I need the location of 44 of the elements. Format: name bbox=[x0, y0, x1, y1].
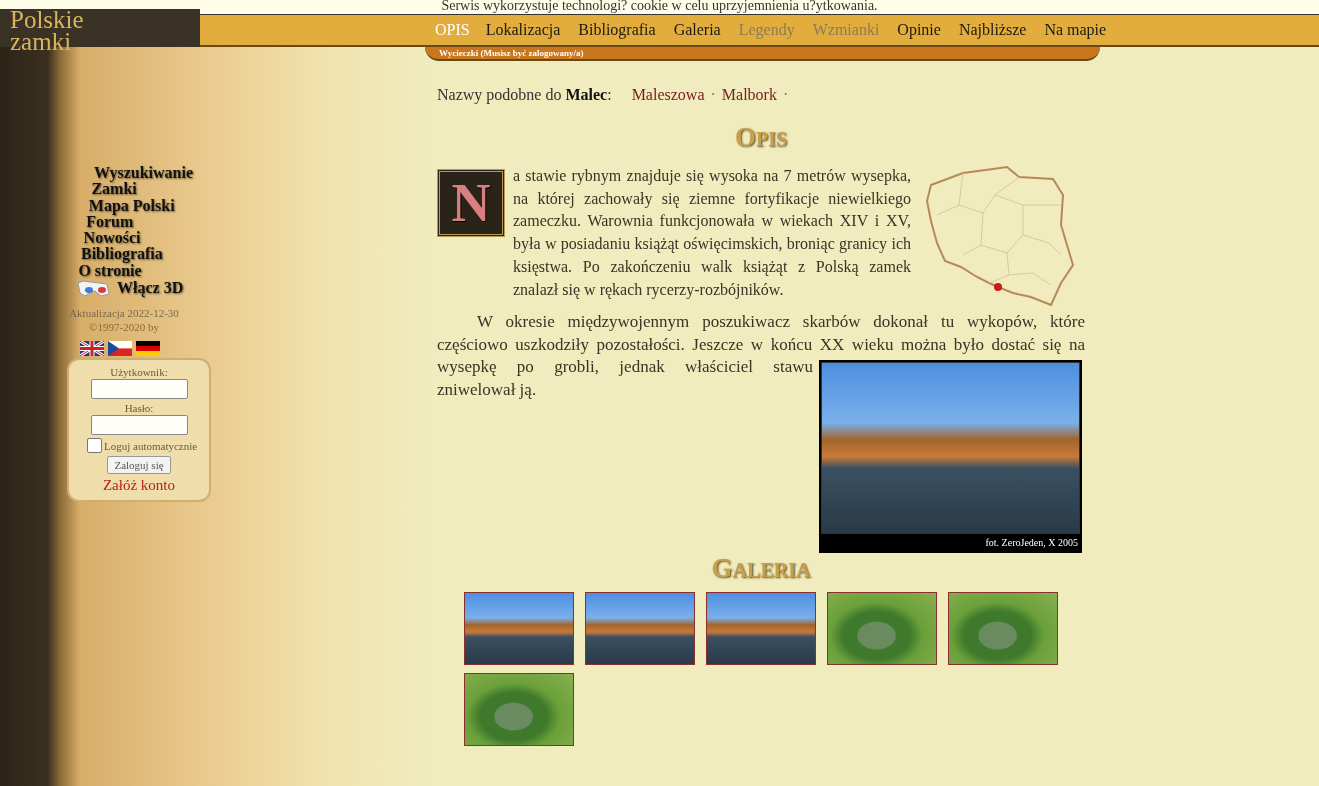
similar-name-link[interactable]: Malbork bbox=[721, 86, 777, 104]
similar-names-label: Nazwy podobne do Malec: bbox=[437, 86, 612, 104]
photo-placeholder[interactable] bbox=[464, 673, 574, 746]
section-heading: OPIS bbox=[733, 122, 789, 153]
sidebar-link[interactable]: Zamki bbox=[0, 181, 137, 198]
sidebar-link[interactable]: Mapa Polski bbox=[0, 197, 175, 214]
sidebar-link[interactable]: Bibliografia bbox=[0, 246, 163, 263]
login-button[interactable]: Zaloguj się bbox=[107, 456, 171, 475]
photo-placeholder[interactable] bbox=[464, 592, 574, 665]
nav-tab[interactable]: Opinie bbox=[889, 17, 949, 43]
password-field[interactable] bbox=[90, 415, 188, 436]
nav-tab[interactable]: Lokalizacja bbox=[477, 17, 569, 43]
username-field[interactable] bbox=[90, 379, 188, 400]
update-date: Aktualizacja 2022-12-30 bbox=[68, 307, 180, 320]
toggle-3d-link[interactable]: Włącz 3D bbox=[117, 280, 184, 297]
register-link[interactable]: Załóż konto bbox=[102, 477, 176, 495]
password-label: Hasło: bbox=[124, 402, 154, 415]
drop-cap: N bbox=[437, 169, 505, 237]
separator-dot: · bbox=[710, 86, 716, 104]
photo-placeholder[interactable] bbox=[827, 592, 937, 665]
flag-icon[interactable] bbox=[136, 341, 160, 357]
gallery-heading: GALERIA bbox=[710, 553, 812, 584]
photo-placeholder[interactable] bbox=[948, 592, 1058, 665]
username-label: Użytkownik: bbox=[110, 366, 168, 379]
separator-dot: · bbox=[782, 86, 789, 104]
sidebar-link[interactable]: Nowości bbox=[0, 230, 141, 247]
photo-placeholder[interactable] bbox=[585, 592, 695, 665]
description-paragraph: a stawie rybnym znajduje się wysoka na 7 metrów wysepka, na której zachowały się ziemne fortyfikacje niewielkiego zameczku. Warownia funkcjonowała w wiekach XIV i XV, była w posiadaniu książąt oświęcimskich, broniąc granicy ich księstwa. Po zakończeniu walk książąt z Polską zamek znalazł się w rękach rycerzy-rozbójników. bbox=[513, 166, 911, 301]
similar-name-link[interactable]: Maleszowa bbox=[631, 86, 705, 104]
nav-tab[interactable]: Najbliższe bbox=[950, 17, 1035, 43]
nav-tab[interactable]: Galeria bbox=[665, 17, 729, 43]
sidebar-link[interactable]: Wyszukiwanie bbox=[0, 165, 193, 182]
photo-placeholder[interactable] bbox=[706, 592, 816, 665]
3d-glasses-icon[interactable] bbox=[77, 280, 111, 299]
remember-checkbox[interactable] bbox=[87, 438, 102, 454]
nav-tab[interactable]: Bibliografia bbox=[570, 17, 664, 43]
nav-tab[interactable]: Na mapie bbox=[1036, 17, 1115, 43]
flag-icon[interactable] bbox=[80, 341, 104, 357]
copyright-text: ©1997-2020 by bbox=[88, 321, 160, 334]
sidebar-link[interactable]: O stronie bbox=[0, 262, 142, 280]
description-paragraph: W okresie międzywojennym poszukiwacz skarbów dokonał tu wykopów, które częściowo uszkodziły pozostałości. Jeszcze w końcu XX wieku można było dostać się na wysepkę po grobli, jednak właściciel stawu zniwelował ją. bbox=[437, 311, 1085, 402]
photo-caption: fot. ZeroJeden, X 2005 bbox=[984, 536, 1079, 550]
remember-label: Loguj automatycznie bbox=[104, 439, 198, 452]
flag-icon[interactable] bbox=[108, 341, 132, 357]
